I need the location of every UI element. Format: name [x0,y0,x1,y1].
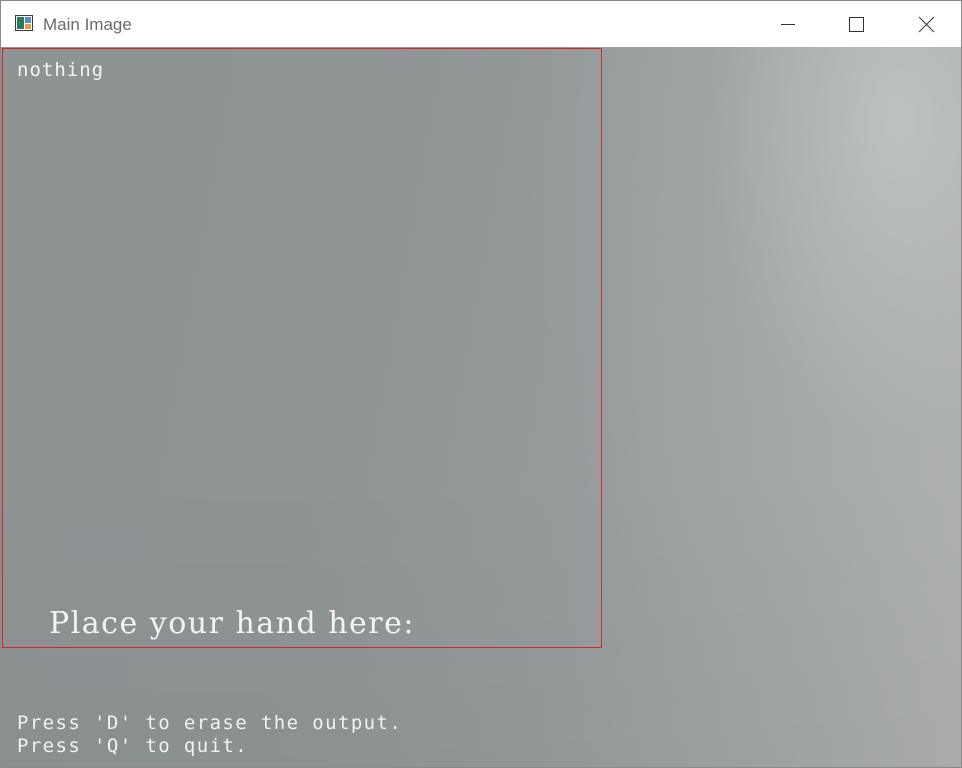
roi-prompt-text: Place your hand here: [49,606,416,641]
instruction-erase: Press 'D' to erase the output. [17,712,403,734]
app-icon [15,15,33,31]
window-title: Main Image [43,15,132,34]
maximize-icon [849,17,864,32]
minimize-button[interactable] [765,1,811,47]
close-icon [918,16,935,33]
prediction-text: nothing [17,59,105,81]
camera-feed: nothing Place your hand here: Press 'D' … [1,47,961,767]
app-window: Main Image nothing Place your hand here:… [0,0,962,768]
maximize-button[interactable] [833,1,879,47]
title-bar[interactable]: Main Image [1,1,961,48]
minimize-icon [781,24,795,25]
hand-region-box [2,48,602,648]
close-button[interactable] [903,1,949,47]
instruction-quit: Press 'Q' to quit. [17,735,249,757]
